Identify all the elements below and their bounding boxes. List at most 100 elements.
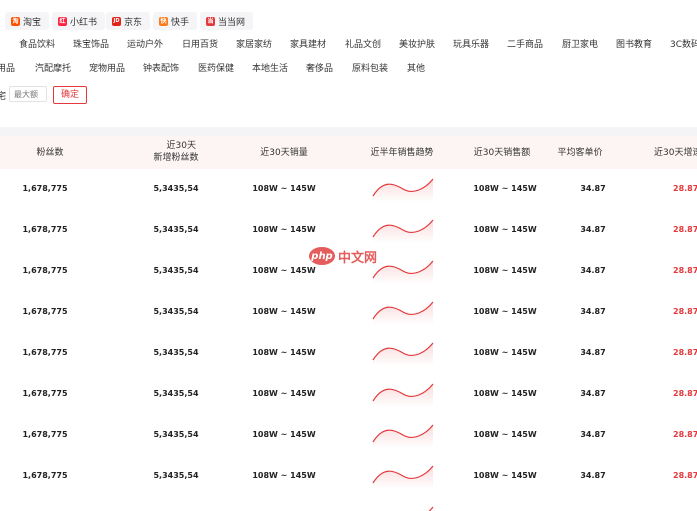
table-row[interactable]: 1,678,775 5,3435,54 108W ~ 145W 108W ~ 1…	[0, 254, 697, 287]
category-item[interactable]: 美妆护肤	[399, 36, 435, 54]
amount-cell: 108W ~ 145W	[473, 225, 537, 234]
jd-icon: JD	[112, 16, 121, 26]
column-header-new-fans-line1: 近30天	[166, 141, 196, 151]
sales-cell: 108W ~ 145W	[252, 471, 316, 480]
growth-cell: 28.87%	[673, 348, 697, 357]
category-item[interactable]: 原料包装	[352, 60, 388, 78]
category-item[interactable]: 钟表配饰	[143, 60, 179, 78]
category-item[interactable]: 运动户外	[127, 36, 163, 54]
column-header-new-fans-line2: 新增粉丝数	[153, 153, 199, 163]
fans-cell: 1,678,775	[22, 266, 68, 275]
column-header-new-fans[interactable]: 近30天 新增粉丝数	[146, 140, 206, 164]
amount-cell: 108W ~ 145W	[473, 471, 537, 480]
fans-cell: 1,678,775	[22, 225, 68, 234]
category-item[interactable]: 家具建材	[290, 36, 326, 54]
category-item[interactable]: 3C数码	[670, 36, 697, 54]
filter-panel: 淘 淘宝 红 小红书 JD 京东 快 快手 当 当当网 食品饮料 珠宝饰品 运动…	[0, 0, 697, 127]
category-item[interactable]: 医药保健	[198, 60, 234, 78]
trend-sparkline	[372, 383, 434, 407]
column-header-sales[interactable]: 近30天销量	[254, 147, 314, 159]
category-item[interactable]: 其他	[407, 60, 425, 78]
platform-tab-dangdang[interactable]: 当 当当网	[200, 12, 254, 30]
category-item[interactable]: 珠宝饰品	[73, 36, 109, 54]
new-fans-cell: 5,3435,54	[153, 307, 199, 316]
avg-price-cell: 34.87	[580, 471, 606, 480]
trend-sparkline	[372, 219, 434, 243]
table-row[interactable]: 1,678,775 5,3435,54 108W ~ 145W 108W ~ 1…	[0, 459, 697, 492]
fans-cell: 1,678,775	[22, 307, 68, 316]
table-row[interactable]: 1,678,775 5,3435,54 108W ~ 145W 108W ~ 1…	[0, 377, 697, 410]
dangdang-icon: 当	[206, 16, 215, 26]
trend-sparkline	[372, 260, 434, 284]
growth-cell: 28.87%	[673, 471, 697, 480]
column-header-trend[interactable]: 近半年销售趋势	[364, 147, 440, 159]
amount-cell: 108W ~ 145W	[473, 184, 537, 193]
growth-cell: 28.87%	[673, 389, 697, 398]
trend-sparkline	[428, 506, 434, 511]
price-filter: 宅 确定	[0, 86, 697, 104]
category-item[interactable]: 汽配摩托	[35, 60, 71, 78]
table-row[interactable]: 1,678,775 5,3435,54 108W ~ 145W 108W ~ 1…	[0, 172, 697, 205]
category-item[interactable]: 日用百货	[182, 36, 218, 54]
category-item[interactable]: 用品	[0, 60, 15, 78]
platform-tab-label: 京东	[124, 17, 143, 28]
avg-price-cell: 34.87	[580, 266, 606, 275]
amount-cell: 108W ~ 145W	[473, 389, 537, 398]
platform-tab-jd[interactable]: JD 京东	[106, 12, 151, 30]
table-row[interactable]: 1,678,775 5,3435,54 108W ~ 145W 108W ~ 1…	[0, 336, 697, 369]
category-item[interactable]: 奢侈品	[306, 60, 333, 78]
category-item[interactable]: 玩具乐器	[453, 36, 489, 54]
growth-cell: 28.87%	[673, 307, 697, 316]
confirm-button[interactable]: 确定	[53, 86, 87, 104]
growth-cell: 28.87%	[673, 225, 697, 234]
category-item[interactable]: 厨卫家电	[562, 36, 598, 54]
max-amount-input[interactable]	[9, 86, 47, 102]
platform-tab-label: 当当网	[218, 17, 246, 28]
avg-price-cell: 34.87	[580, 348, 606, 357]
filter-label: 宅	[0, 92, 7, 102]
avg-price-cell: 34.87	[580, 184, 606, 193]
sales-cell: 108W ~ 145W	[252, 184, 316, 193]
platform-tab-label: 快手	[171, 17, 190, 28]
trend-sparkline	[372, 424, 434, 448]
platform-tab-taobao[interactable]: 淘 淘宝	[5, 12, 50, 30]
category-item[interactable]: 宠物用品	[89, 60, 125, 78]
category-item[interactable]: 礼品文创	[345, 36, 381, 54]
fans-cell: 1,678,775	[22, 430, 68, 439]
category-item[interactable]: 图书教育	[616, 36, 652, 54]
sales-cell: 108W ~ 145W	[252, 266, 316, 275]
fans-cell: 1,678,775	[22, 184, 68, 193]
table-row-partial[interactable]	[0, 500, 697, 511]
sales-cell: 108W ~ 145W	[252, 389, 316, 398]
fans-cell: 1,678,775	[22, 348, 68, 357]
platform-tab-label: 淘宝	[23, 17, 42, 28]
column-header-avg-price[interactable]: 平均客单价	[553, 147, 607, 159]
platform-tab-label: 小红书	[70, 17, 98, 28]
category-item[interactable]: 本地生活	[252, 60, 288, 78]
category-row-2: 用品 汽配摩托 宠物用品 钟表配饰 医药保健 本地生活 奢侈品 原料包装 其他	[0, 60, 697, 78]
category-item[interactable]: 二手商品	[507, 36, 543, 54]
amount-cell: 108W ~ 145W	[473, 266, 537, 275]
new-fans-cell: 5,3435,54	[153, 389, 199, 398]
table-row[interactable]: 1,678,775 5,3435,54 108W ~ 145W 108W ~ 1…	[0, 295, 697, 328]
column-header-fans[interactable]: 粉丝数	[32, 147, 68, 159]
amount-cell: 108W ~ 145W	[473, 307, 537, 316]
avg-price-cell: 34.87	[580, 225, 606, 234]
column-header-growth[interactable]: 近30天增速	[654, 147, 697, 159]
table-row[interactable]: 1,678,775 5,3435,54 108W ~ 145W 108W ~ 1…	[0, 213, 697, 246]
platform-tab-xiaohongshu[interactable]: 红 小红书	[52, 12, 106, 30]
new-fans-cell: 5,3435,54	[153, 184, 199, 193]
sales-cell: 108W ~ 145W	[252, 225, 316, 234]
sales-cell: 108W ~ 145W	[252, 430, 316, 439]
column-header-amount[interactable]: 近30天销售额	[468, 147, 536, 159]
xiaohongshu-icon: 红	[58, 16, 67, 26]
category-item[interactable]: 食品饮料	[19, 36, 55, 54]
data-table: 粉丝数 近30天 新增粉丝数 近30天销量 近半年销售趋势 近30天销售额 平均…	[0, 136, 697, 511]
amount-cell: 108W ~ 145W	[473, 348, 537, 357]
fans-cell: 1,678,775	[22, 471, 68, 480]
table-row[interactable]: 1,678,775 5,3435,54 108W ~ 145W 108W ~ 1…	[0, 418, 697, 451]
growth-cell: 28.87%	[673, 184, 697, 193]
category-item[interactable]: 家居家纺	[236, 36, 272, 54]
sales-cell: 108W ~ 145W	[252, 348, 316, 357]
platform-tab-kuaishou[interactable]: 快 快手	[153, 12, 198, 30]
